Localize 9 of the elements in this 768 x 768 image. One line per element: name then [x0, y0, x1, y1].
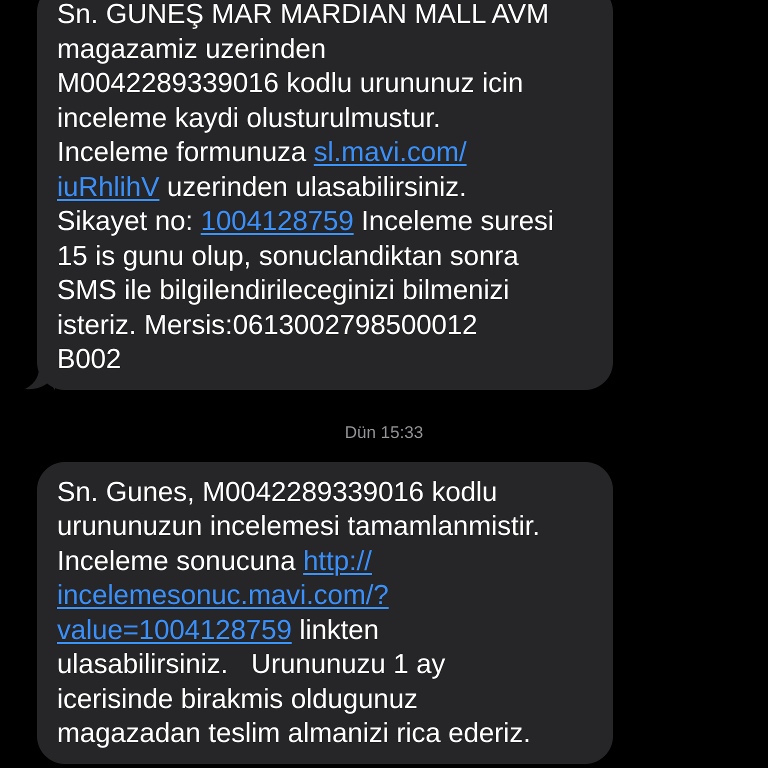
message-text: Sn. Gunes, M0042289339016 kodlu urununuzun incelemesi tamamlanmistir. Inceleme sonucuna http:// incelemesonuc.mavi.com/? value=1004128759 linkten ulasabilirsiniz. Urununuzu 1 ay icerisinde birakmis oldugunuz magazadan teslim almanizi rica ederiz. [57, 474, 541, 750]
message-link[interactable]: 1004128759 [200, 205, 354, 236]
message-link[interactable]: http:// [303, 544, 372, 576]
message-timestamp: Dün 15:33 [344, 422, 424, 442]
message-link[interactable]: incelemesonuc.mavi.com/? [57, 579, 389, 610]
message-link[interactable]: iuRhlihV [57, 170, 160, 202]
message-link[interactable]: sl.mavi.com/ [314, 136, 467, 167]
message-link[interactable]: value=1004128759 [57, 614, 292, 644]
message-text: Sn. GUNEŞ MAR MARDIAN MALL AVM magazamiz uzerinden M0042289339016 kodlu urununuz icin inceleme kaydi olusturulmustur. Inceleme formunuza sl.mavi.com/ iuRhlihV uzerinden ulasabilirsiniz. Sikayet no: 1004128759 Inceleme suresi 15 is gunu olup, sonuclandiktan sonra SMS ile bilgilendirileceginizi bilmenizi isteriz. Mersis:0613002798500012 B002 [57, 0, 555, 376]
